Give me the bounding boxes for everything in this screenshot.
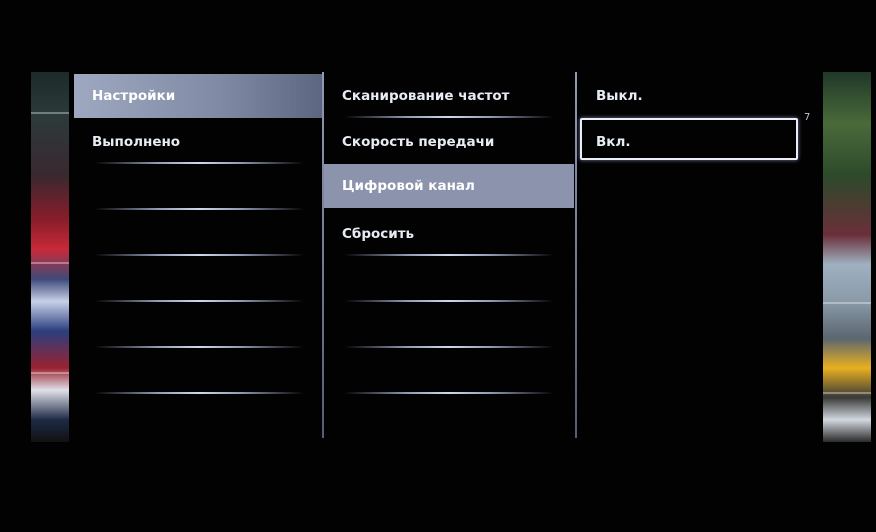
menu-item-label: Сканирование частот	[342, 88, 510, 104]
video-preview-left	[31, 72, 69, 442]
preview-stripe	[31, 372, 69, 374]
preview-stripe	[823, 392, 871, 394]
column-separator	[575, 72, 577, 438]
row-divider	[94, 346, 304, 348]
preview-stripe	[31, 262, 69, 264]
menu-item-frequency-scan[interactable]: Сканирование частот	[324, 74, 574, 118]
menu-item-label: Цифровой канал	[342, 178, 475, 194]
preview-stripe	[823, 302, 871, 304]
menu-item-label: Настройки	[92, 88, 176, 104]
menu-item-transmission-rate[interactable]: Скорость передачи	[324, 120, 574, 164]
option-off[interactable]: Выкл.	[578, 74, 808, 118]
menu-column-options: Сканирование частот Скорость передачи Ци…	[324, 72, 574, 442]
row-divider	[94, 162, 304, 164]
row-divider	[344, 392, 554, 394]
row-divider	[344, 346, 554, 348]
row-divider	[94, 208, 304, 210]
row-divider	[94, 392, 304, 394]
focus-frame	[580, 118, 798, 160]
preview-stripe	[31, 112, 69, 114]
row-divider	[94, 254, 304, 256]
option-label: Выкл.	[596, 88, 643, 104]
row-divider	[344, 300, 554, 302]
row-divider	[344, 116, 554, 118]
row-divider	[344, 254, 554, 256]
menu-item-done[interactable]: Выполнено	[74, 120, 322, 164]
side-marker: 7	[804, 112, 811, 123]
menu-item-label: Скорость передачи	[342, 134, 495, 150]
video-preview-right	[823, 72, 871, 442]
menu-item-label: Выполнено	[92, 134, 181, 150]
row-divider	[94, 300, 304, 302]
menu-item-settings[interactable]: Настройки	[74, 74, 322, 118]
menu-column-settings: Настройки Выполнено	[74, 72, 322, 442]
menu-item-label: Сбросить	[342, 226, 415, 242]
menu-item-digital-channel[interactable]: Цифровой канал	[324, 164, 574, 208]
menu-item-reset[interactable]: Сбросить	[324, 212, 574, 256]
tv-screen: Настройки Выполнено Сканирование частот …	[0, 0, 876, 532]
